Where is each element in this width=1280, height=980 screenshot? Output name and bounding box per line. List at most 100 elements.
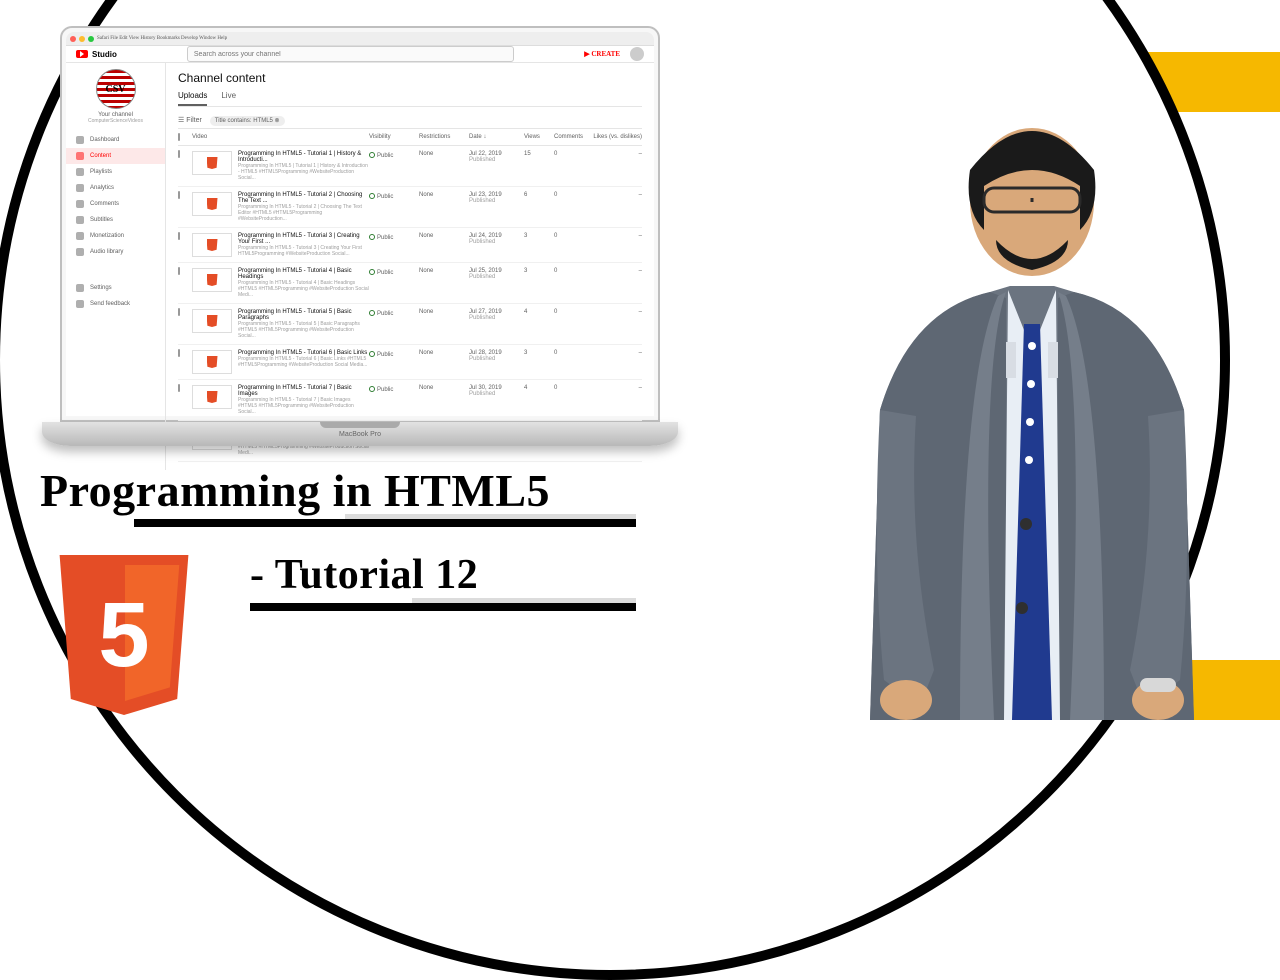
likes-cell: –: [592, 309, 642, 315]
row-checkbox[interactable]: [178, 232, 180, 240]
video-thumbnail: [192, 385, 232, 409]
date-cell: Jul 25, 2019Published: [469, 268, 524, 280]
sidebar-item-comments[interactable]: Comments: [66, 196, 165, 212]
channel-avatar: CSV: [96, 69, 136, 109]
video-thumbnail: [192, 350, 232, 374]
sidebar-item-subtitles[interactable]: Subtitles: [66, 212, 165, 228]
likes-cell: –: [592, 151, 642, 157]
youtube-icon: [76, 50, 88, 58]
row-checkbox[interactable]: [178, 349, 180, 357]
underline-decoration: [250, 603, 636, 611]
sidebar-item-analytics[interactable]: Analytics: [66, 180, 165, 196]
row-checkbox[interactable]: [178, 267, 180, 275]
tab-uploads[interactable]: Uploads: [178, 91, 207, 106]
laptop-model-label: MacBook Pro: [339, 431, 381, 438]
table-row[interactable]: Programming In HTML5 - Tutorial 4 | Basi…: [178, 263, 642, 304]
table-row[interactable]: Programming In HTML5 - Tutorial 7 | Basi…: [178, 380, 642, 421]
video-title: Programming In HTML5 - Tutorial 5 | Basi…: [238, 309, 369, 321]
views-cell: 3: [524, 350, 554, 356]
avatar[interactable]: [630, 47, 644, 61]
nav-icon: [76, 168, 84, 176]
html5-logo: 5: [54, 555, 194, 715]
nav-icon: [76, 300, 84, 308]
video-thumbnail: [192, 309, 232, 333]
restrictions-cell: None: [419, 309, 469, 315]
comments-cell: 0: [554, 385, 592, 391]
likes-cell: –: [592, 268, 642, 274]
visibility-cell: Public: [369, 233, 419, 241]
sidebar-item-content[interactable]: Content: [66, 148, 165, 164]
laptop-screen: Safari File Edit View History Bookmarks …: [60, 26, 660, 422]
row-checkbox[interactable]: [178, 150, 180, 158]
channel-profile: CSV Your channel ComputerScienceVideos: [66, 69, 165, 124]
create-button[interactable]: ▶ CREATE: [584, 50, 620, 58]
video-title: Programming In HTML5 - Tutorial 1 | Hist…: [238, 151, 369, 163]
date-cell: Jul 28, 2019Published: [469, 350, 524, 362]
row-checkbox[interactable]: [178, 384, 180, 392]
tab-live[interactable]: Live: [221, 91, 236, 106]
search-input[interactable]: [187, 46, 514, 62]
table-row[interactable]: Programming In HTML5 - Tutorial 1 | Hist…: [178, 146, 642, 187]
channel-name: ComputerScienceVideos: [66, 118, 165, 124]
restrictions-cell: None: [419, 385, 469, 391]
studio-search: [187, 46, 514, 62]
nav-icon: [76, 216, 84, 224]
sidebar-item-playlists[interactable]: Playlists: [66, 164, 165, 180]
video-description: Programming In HTML5 - Tutorial 5 | Basi…: [238, 321, 369, 339]
video-description: Programming In HTML5 - Tutorial 6 | Basi…: [238, 356, 369, 368]
table-header: Video Visibility Restrictions Date ↓ Vie…: [178, 129, 642, 146]
filter-chip[interactable]: Title contains: HTML5 ⊗: [210, 116, 285, 126]
table-row[interactable]: Programming In HTML5 - Tutorial 6 | Basi…: [178, 345, 642, 380]
comments-cell: 0: [554, 192, 592, 198]
table-row[interactable]: Programming In HTML5 - Tutorial 2 | Choo…: [178, 187, 642, 228]
comments-cell: 0: [554, 233, 592, 239]
restrictions-cell: None: [419, 192, 469, 198]
video-description: Programming In HTML5 | Tutorial 1 | Hist…: [238, 163, 369, 181]
studio-logo: Studio: [76, 50, 117, 59]
video-title: Programming In HTML5 - Tutorial 4 | Basi…: [238, 268, 369, 280]
views-cell: 3: [524, 233, 554, 239]
video-thumbnail: [192, 151, 232, 175]
visibility-cell: Public: [369, 192, 419, 200]
sidebar-item-monetization[interactable]: Monetization: [66, 228, 165, 244]
video-thumbnail: [192, 233, 232, 257]
sidebar-item-audio-library[interactable]: Audio library: [66, 244, 165, 260]
studio-main: Channel content Uploads Live ☰ Filter Ti…: [166, 63, 654, 470]
video-thumbnail: [192, 192, 232, 216]
nav-list: DashboardContentPlaylistsAnalyticsCommen…: [66, 132, 165, 260]
video-title: Programming In HTML5 - Tutorial 3 | Crea…: [238, 233, 369, 245]
comments-cell: 0: [554, 268, 592, 274]
sidebar-item-send-feedback[interactable]: Send feedback: [66, 296, 165, 312]
row-checkbox[interactable]: [178, 191, 180, 199]
likes-cell: –: [592, 233, 642, 239]
video-table: Programming In HTML5 - Tutorial 1 | Hist…: [178, 146, 642, 462]
views-cell: 4: [524, 309, 554, 315]
video-title: Programming In HTML5 - Tutorial 7 | Basi…: [238, 385, 369, 397]
date-cell: Jul 24, 2019Published: [469, 233, 524, 245]
restrictions-cell: None: [419, 151, 469, 157]
page-title: Channel content: [178, 71, 642, 85]
visibility-cell: Public: [369, 350, 419, 358]
table-row[interactable]: Programming In HTML5 - Tutorial 3 | Crea…: [178, 228, 642, 263]
comments-cell: 0: [554, 350, 592, 356]
visibility-cell: Public: [369, 151, 419, 159]
video-title: Programming In HTML5 - Tutorial 2 | Choo…: [238, 192, 369, 204]
likes-cell: –: [592, 385, 642, 391]
restrictions-cell: None: [419, 268, 469, 274]
video-description: Programming In HTML5 - Tutorial 3 | Crea…: [238, 245, 369, 257]
row-checkbox[interactable]: [178, 308, 180, 316]
sidebar-item-settings[interactable]: Settings: [66, 280, 165, 296]
sidebar-item-dashboard[interactable]: Dashboard: [66, 132, 165, 148]
tabs: Uploads Live: [178, 91, 642, 107]
date-cell: Jul 30, 2019Published: [469, 385, 524, 397]
youtube-studio-app: Studio ▶ CREATE CSV Your channel Compute…: [66, 46, 654, 416]
nav-icon: [76, 284, 84, 292]
views-cell: 4: [524, 385, 554, 391]
presenter-illustration: [810, 110, 1250, 720]
studio-sidebar: CSV Your channel ComputerScienceVideos D…: [66, 63, 166, 470]
select-all-checkbox[interactable]: [178, 133, 180, 141]
table-row[interactable]: Programming In HTML5 - Tutorial 5 | Basi…: [178, 304, 642, 345]
restrictions-cell: None: [419, 350, 469, 356]
video-thumbnail: [192, 268, 232, 292]
comments-cell: 0: [554, 309, 592, 315]
